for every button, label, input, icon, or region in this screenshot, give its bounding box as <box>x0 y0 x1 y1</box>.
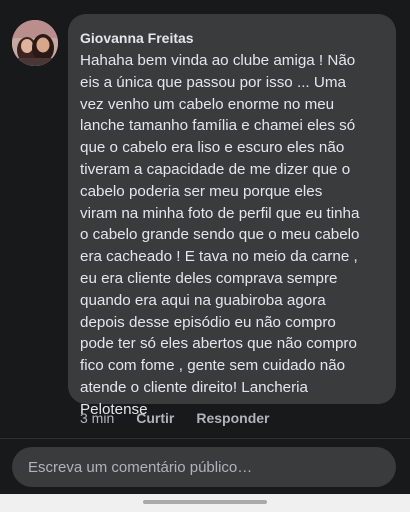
comment-author[interactable]: Giovanna Freitas <box>80 28 386 48</box>
like-button[interactable]: Curtir <box>136 410 174 426</box>
comment-input[interactable] <box>26 457 382 477</box>
comment-timestamp[interactable]: 3 min <box>80 410 114 426</box>
comment-composer[interactable] <box>12 447 396 487</box>
comment-text: Hahaha bem vinda ao clube amiga ! Não ei… <box>80 52 360 418</box>
avatar[interactable] <box>12 20 58 66</box>
divider <box>0 438 410 439</box>
reply-button[interactable]: Responder <box>196 410 269 426</box>
comment-bubble: Giovanna Freitas Hahaha bem vinda ao clu… <box>68 14 396 418</box>
comment-screen: Giovanna Freitas Hahaha bem vinda ao clu… <box>0 0 410 512</box>
profile-photo <box>12 20 58 66</box>
home-gesture-handle[interactable] <box>143 500 267 504</box>
comment-actions: 3 min Curtir Responder <box>80 410 269 426</box>
